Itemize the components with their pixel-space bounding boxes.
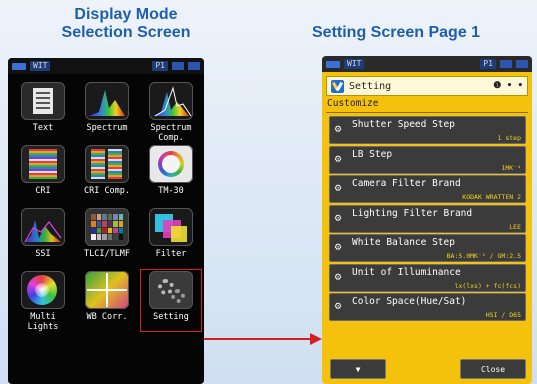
mode-filter[interactable]: Filter (140, 206, 202, 269)
status-indicator-icon (172, 62, 184, 70)
mode-wb-corr[interactable]: WB Corr. (76, 269, 138, 332)
mode-label: Filter (155, 249, 187, 259)
spectrum-icon (85, 82, 129, 120)
setting-label: White Balance Step (352, 237, 455, 248)
setting-value: 1 step (497, 134, 521, 142)
setting-screen: WIT P1 Setting ❶ • • Customize ⚙ Shutter… (322, 56, 532, 384)
mode-multi-lights[interactable]: Multi Lights (12, 269, 74, 332)
setting-value: HSI / D65 (485, 311, 521, 319)
settings-list: ⚙ Shutter Speed Step 1 step ⚙ LB Step 1M… (329, 116, 526, 323)
setting-label: Color Space(Hue/Sat) (352, 296, 467, 307)
arrow-head-icon (310, 333, 322, 345)
setting-gear-icon (149, 271, 193, 309)
status-page-text: P1 (480, 59, 496, 69)
battery-icon (12, 62, 26, 70)
mode-label: Setting (153, 312, 189, 322)
setting-shutter-speed-step[interactable]: ⚙ Shutter Speed Step 1 step (329, 116, 526, 144)
mode-grid: Text Spectrum Spectrum Comp. CRI CRI Com… (12, 80, 202, 332)
setting-value: BA:5.0MK⁻¹ / GM:2.5 (446, 252, 521, 260)
gear-icon: ⚙ (334, 272, 343, 283)
status-bar: WIT P1 (8, 58, 204, 74)
mode-setting[interactable]: Setting (140, 269, 202, 332)
text-mode-icon (21, 82, 65, 120)
mode-label: Text (32, 123, 54, 133)
cri-comp-icon (85, 145, 129, 183)
gear-icon: ⚙ (334, 125, 343, 135)
setting-value: KODAK WRATTEN 2 (462, 193, 521, 201)
setting-screen-caption: Setting Screen Page 1 (312, 24, 481, 41)
setting-value: LEE (509, 222, 521, 231)
status-indicator-icon (500, 60, 512, 68)
gear-icon: ⚙ (334, 154, 343, 165)
page-indicator: ❶ • • (493, 81, 523, 91)
spectrum-comp-icon (149, 82, 193, 120)
display-mode-caption: Display Mode Selection Screen (61, 6, 191, 41)
gear-icon: ⚙ (334, 184, 343, 194)
mode-spectrum[interactable]: Spectrum (76, 80, 138, 143)
mode-text[interactable]: Text (12, 80, 74, 143)
status-indicator-icon (516, 60, 528, 68)
setting-unit-of-illuminance[interactable]: ⚙ Unit of Illuminance lx(lxs) + fc(fcs) (329, 263, 526, 292)
gear-icon: ⚙ (334, 243, 343, 253)
section-customize: Customize (327, 98, 379, 109)
page-down-button[interactable]: ▼ (330, 359, 386, 379)
wb-corr-icon (85, 271, 129, 309)
setting-label: LB Step (352, 148, 393, 160)
mode-tm30[interactable]: TM-30 (140, 143, 202, 206)
gear-icon: ⚙ (334, 302, 343, 312)
mode-label: TLCI/TLMF (83, 249, 131, 259)
mode-ssi[interactable]: SSI (12, 206, 74, 269)
cri-icon (21, 145, 65, 183)
mode-spectrum-comp[interactable]: Spectrum Comp. (140, 80, 202, 143)
status-indicator-icon (188, 62, 200, 70)
arrow-line (204, 338, 312, 340)
status-bar: WIT P1 (322, 56, 532, 72)
mode-label: CRI Comp. (83, 186, 131, 196)
setting-white-balance-step[interactable]: ⚙ White Balance Step BA:5.0MK⁻¹ / GM:2.5 (329, 234, 526, 262)
mode-label: SSI (35, 249, 51, 259)
setting-tools-icon (331, 79, 344, 93)
setting-label: Shutter Speed Step (352, 119, 455, 130)
ssi-icon (21, 208, 65, 246)
mode-label: CRI (35, 186, 51, 196)
mode-label: Spectrum (86, 123, 128, 133)
setting-header: Setting ❶ • • (326, 76, 528, 96)
mode-label: Spectrum Comp. (150, 123, 192, 143)
mode-cri-comp[interactable]: CRI Comp. (76, 143, 138, 206)
setting-lb-step[interactable]: ⚙ LB Step 1MK⁻¹ (329, 145, 526, 174)
mode-label: WB Corr. (86, 312, 128, 322)
display-mode-selection-screen: WIT P1 Text Spectrum Spectrum Comp. CRI … (8, 58, 204, 384)
mode-label: Multi Lights (27, 312, 59, 332)
setting-value: 1MK⁻¹ (501, 163, 521, 172)
status-mode-text: WIT (344, 59, 365, 69)
filter-icon (149, 208, 193, 246)
page-title: Setting (349, 80, 392, 92)
setting-label: Unit of Illuminance (352, 266, 461, 278)
mode-label: TM-30 (158, 186, 184, 196)
mode-tlci-tlmf[interactable]: TLCI/TLMF (76, 206, 138, 269)
status-mode-text: WIT (30, 61, 51, 71)
setting-camera-filter-brand[interactable]: ⚙ Camera Filter Brand KODAK WRATTEN 2 (329, 175, 526, 203)
setting-lighting-filter-brand[interactable]: ⚙ Lighting Filter Brand LEE (329, 204, 526, 233)
tlci-icon (85, 208, 129, 246)
status-page-text: P1 (152, 61, 168, 71)
gear-icon: ⚙ (334, 213, 343, 224)
setting-color-space[interactable]: ⚙ Color Space(Hue/Sat) HSI / D65 (329, 293, 526, 321)
tm30-icon (149, 145, 193, 183)
setting-label: Camera Filter Brand (352, 178, 461, 189)
setting-value: lx(lxs) + fc(fcs) (454, 281, 521, 290)
mode-cri[interactable]: CRI (12, 143, 74, 206)
battery-icon (326, 60, 340, 68)
section-divider (326, 112, 528, 113)
multi-lights-icon (21, 271, 65, 309)
close-button[interactable]: Close (460, 359, 526, 379)
setting-label: Lighting Filter Brand (352, 207, 473, 219)
